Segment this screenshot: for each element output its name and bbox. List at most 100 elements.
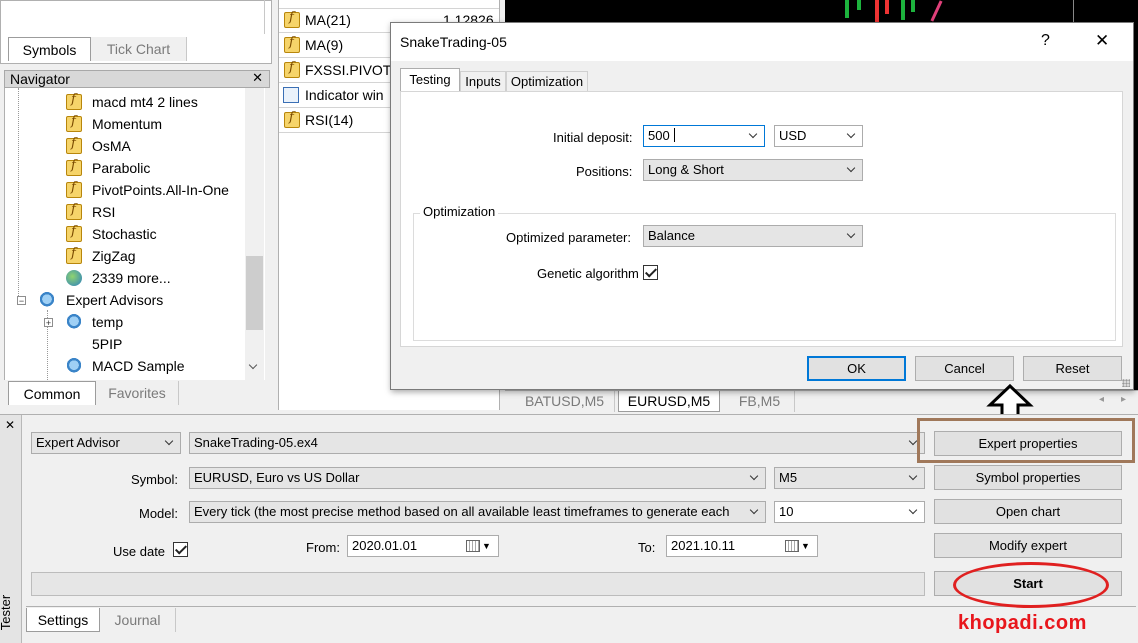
chevron-down-icon[interactable]: ▼ bbox=[801, 536, 810, 556]
candle bbox=[875, 0, 879, 22]
period-select[interactable]: M5 bbox=[774, 467, 925, 489]
initial-deposit-input[interactable]: 500 bbox=[643, 125, 765, 147]
tab-batusd[interactable]: BATUSD,M5 bbox=[515, 391, 615, 412]
chevron-down-icon[interactable] bbox=[904, 502, 924, 522]
chevron-down-icon[interactable] bbox=[160, 433, 180, 453]
navigator-item-macd-mt4[interactable]: macd mt4 2 lines bbox=[92, 91, 198, 113]
navigator-scrollbar[interactable] bbox=[245, 88, 264, 380]
reset-button[interactable]: Reset bbox=[1023, 356, 1122, 381]
chart-tabs-scroll-left-icon[interactable]: ◂ bbox=[1099, 394, 1104, 405]
calendar-icon[interactable] bbox=[785, 540, 799, 552]
navigator-item-5pip[interactable]: 5PIP bbox=[92, 333, 122, 355]
data-window-name-ma21: MA(21) bbox=[305, 12, 351, 28]
chevron-down-icon[interactable] bbox=[744, 126, 764, 146]
from-date-value: 2020.01.01 bbox=[352, 538, 418, 553]
chevron-down-icon[interactable] bbox=[904, 468, 924, 488]
chart-tabbar: BATUSD,M5 EURUSD,M5 FB,M5 ◂ ▸ bbox=[505, 390, 1138, 412]
navigator-item-parabolic[interactable]: Parabolic bbox=[92, 157, 150, 179]
currency-value: USD bbox=[779, 128, 807, 143]
symbol-select[interactable]: EURUSD, Euro vs US Dollar bbox=[189, 467, 766, 489]
tab-common[interactable]: Common bbox=[8, 381, 96, 405]
to-label: To: bbox=[638, 540, 656, 555]
dialog-close-icon[interactable]: ✕ bbox=[1095, 31, 1109, 51]
chart-vertical-line bbox=[1073, 0, 1074, 22]
chart-tabs-scroll-right-icon[interactable]: ▸ bbox=[1121, 394, 1126, 405]
navigator-item-osma[interactable]: OsMA bbox=[92, 135, 131, 157]
genetic-algorithm-label: Genetic algorithm bbox=[537, 266, 639, 281]
from-label: From: bbox=[306, 540, 340, 555]
tab-fb[interactable]: FB,M5 bbox=[725, 391, 795, 412]
resize-grip-icon[interactable] bbox=[1122, 379, 1130, 387]
indicator-icon bbox=[66, 92, 82, 110]
positions-select[interactable]: Long & Short bbox=[643, 159, 863, 181]
initial-deposit-value: 500 bbox=[648, 128, 670, 143]
tab-settings[interactable]: Settings bbox=[26, 608, 100, 632]
chevron-down-icon[interactable] bbox=[745, 502, 765, 522]
indicator-icon bbox=[66, 246, 82, 264]
dialog-tab-testing[interactable]: Testing bbox=[400, 68, 460, 92]
expand-icon[interactable]: + bbox=[44, 318, 53, 328]
currency-select[interactable]: USD bbox=[774, 125, 863, 147]
collapse-icon[interactable]: − bbox=[17, 296, 26, 306]
use-date-checkbox[interactable] bbox=[173, 542, 188, 557]
navigator-item-pivotpoints[interactable]: PivotPoints.All-In-One bbox=[92, 179, 229, 201]
navigator-item-expert-advisors[interactable]: Expert Advisors bbox=[66, 289, 163, 311]
highlight-ellipse bbox=[953, 562, 1109, 608]
period-value: M5 bbox=[779, 470, 798, 485]
tester-type-select[interactable]: Expert Advisor bbox=[31, 432, 181, 454]
navigator-item-more[interactable]: 2339 more... bbox=[92, 267, 171, 289]
help-icon[interactable]: ? bbox=[1041, 32, 1050, 50]
indicator-line bbox=[930, 0, 943, 22]
initial-deposit-label: Initial deposit: bbox=[553, 130, 633, 145]
chevron-down-icon[interactable] bbox=[842, 226, 862, 246]
tab-journal[interactable]: Journal bbox=[100, 608, 176, 632]
data-window-name-ma9: MA(9) bbox=[305, 37, 344, 53]
modify-expert-button[interactable]: Modify expert bbox=[934, 533, 1122, 558]
dialog-tab-optimization[interactable]: Optimization bbox=[506, 71, 588, 92]
tester-sidebar: ✕ Tester bbox=[0, 415, 22, 643]
genetic-algorithm-checkbox[interactable] bbox=[643, 265, 658, 280]
model-label: Model: bbox=[139, 506, 179, 521]
navigator-item-temp[interactable]: temp bbox=[92, 311, 123, 333]
positions-value: Long & Short bbox=[648, 162, 724, 177]
model-value: Every tick (the most precise method base… bbox=[194, 504, 730, 519]
tab-symbols[interactable]: Symbols bbox=[8, 37, 91, 61]
tab-favorites[interactable]: Favorites bbox=[96, 381, 179, 405]
indicator-icon bbox=[66, 114, 82, 132]
chevron-down-icon[interactable] bbox=[745, 468, 765, 488]
expert-file-select[interactable]: SnakeTrading-05.ex4 bbox=[189, 432, 925, 454]
navigator-item-rsi[interactable]: RSI bbox=[92, 201, 115, 223]
optimized-parameter-select[interactable]: Balance bbox=[643, 225, 863, 247]
navigator-close-icon[interactable]: ✕ bbox=[252, 70, 263, 86]
expert-advisor-icon bbox=[66, 314, 82, 330]
navigator-item-zigzag[interactable]: ZigZag bbox=[92, 245, 136, 267]
to-date-input[interactable]: 2021.10.11 ▼ bbox=[666, 535, 818, 557]
dialog-tab-inputs[interactable]: Inputs bbox=[460, 71, 506, 92]
cancel-button[interactable]: Cancel bbox=[915, 356, 1014, 381]
data-window-name-fxssi: FXSSI.PIVOT... bbox=[305, 62, 402, 78]
navigator-item-stochastic[interactable]: Stochastic bbox=[92, 223, 157, 245]
open-chart-button[interactable]: Open chart bbox=[934, 499, 1122, 524]
calendar-icon[interactable] bbox=[466, 540, 480, 552]
model-select[interactable]: Every tick (the most precise method base… bbox=[189, 501, 766, 523]
tab-eurusd[interactable]: EURUSD,M5 bbox=[618, 391, 720, 412]
tester-close-icon[interactable]: ✕ bbox=[5, 418, 15, 432]
spread-input[interactable]: 10 bbox=[774, 501, 925, 523]
ok-button[interactable]: OK bbox=[807, 356, 906, 381]
chevron-down-icon[interactable] bbox=[842, 160, 862, 180]
symbol-properties-button[interactable]: Symbol properties bbox=[934, 465, 1122, 490]
navigator-item-macd-sample[interactable]: MACD Sample bbox=[92, 355, 185, 377]
expert-advisor-icon bbox=[39, 292, 55, 308]
tab-tick-chart[interactable]: Tick Chart bbox=[91, 37, 187, 61]
chevron-down-icon[interactable]: ▼ bbox=[482, 536, 491, 556]
progress-bar bbox=[31, 572, 925, 596]
highlight-rectangle bbox=[917, 418, 1135, 463]
scrollbar-thumb[interactable] bbox=[246, 256, 263, 330]
spread-value: 10 bbox=[779, 504, 794, 519]
scroll-down-icon[interactable] bbox=[248, 360, 258, 370]
optimization-group-label: Optimization bbox=[420, 204, 499, 219]
navigator-item-momentum[interactable]: Momentum bbox=[92, 113, 162, 135]
chevron-down-icon[interactable] bbox=[842, 126, 862, 146]
dialog-tab-content: Initial deposit: 500 USD Positions: Long… bbox=[400, 91, 1123, 347]
from-date-input[interactable]: 2020.01.01 ▼ bbox=[347, 535, 499, 557]
